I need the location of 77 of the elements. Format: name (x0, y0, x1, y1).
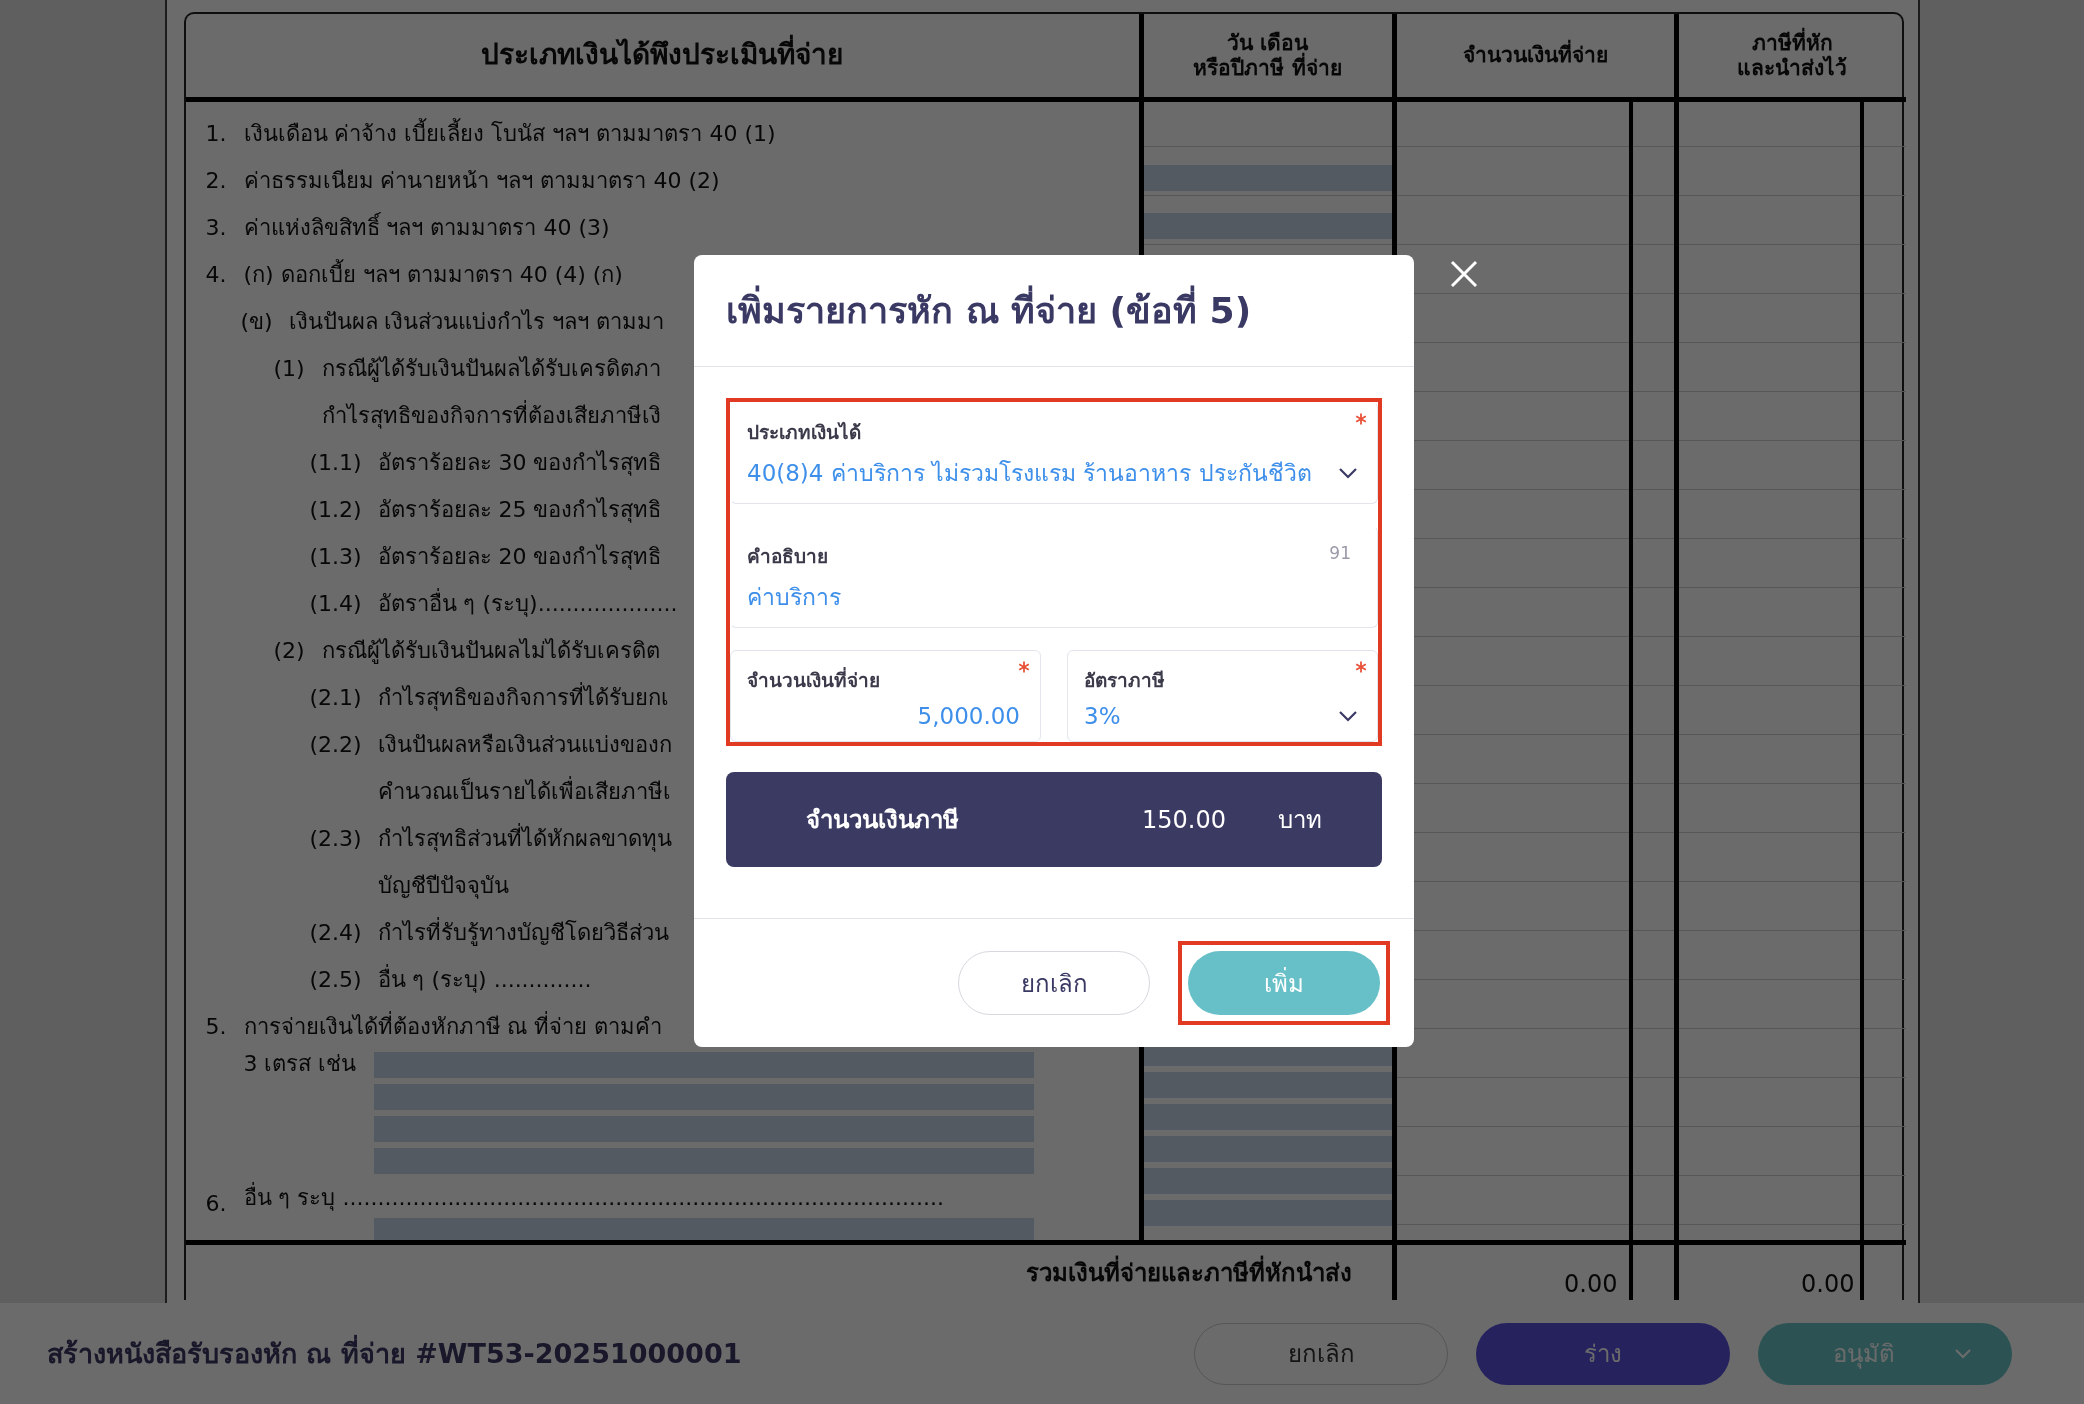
item-number: (1.4) (309, 590, 363, 618)
income-type-text: ค่าแห่งลิขสิทธิ์ ฯลฯ ตามมาตรา 40 (3) (243, 204, 610, 251)
item-number: 4. (205, 261, 228, 289)
item-number: 5. (205, 1013, 228, 1041)
income-type-text: กรณีผู้ได้รับเงินปันผลได้รับเครดิตภา (321, 355, 661, 384)
column-header: จำนวนเงินที่จ่าย (1396, 14, 1679, 102)
tax-amount: 150.00 (1142, 805, 1226, 834)
select-field[interactable]: ประเภทเงินได้ 40(8)4 ค่าบริการ ไม่รวมโรงแรม ร้านอาหาร ประกันชีวิต (730, 402, 1378, 504)
chevron-down-icon (1339, 710, 1357, 722)
character-counter: 91 (1329, 543, 1351, 563)
income-type-text: กำไรสุทธิส่วนที่ได้หักผลขาดทุน (377, 815, 672, 862)
field-value: ค่าบริการ (747, 583, 841, 612)
income-type-text: กำไรสุทธิของกิจการที่ต้องเสียภาษีเงิ (321, 392, 661, 439)
income-type-text: อัตราร้อยละ 30 ของกำไรสุทธิ (377, 449, 662, 478)
income-type-text: อัตราร้อยละ 25 ของกำไรสุทธิ (377, 496, 662, 525)
select-field[interactable]: อัตราภาษี 3% (1067, 650, 1378, 742)
cancel-button[interactable]: ยกเลิก (958, 951, 1150, 1015)
income-type-text: เงินปันผลหรือเงินส่วนแบ่งของก (377, 731, 672, 759)
income-type-text: อื่น ๆ ระบุ ...................................................................................... (243, 1180, 944, 1216)
item-number: 6. (205, 1190, 228, 1218)
total-label: รวมเงินที่จ่ายและภาษีที่หักนำส่ง (1025, 1253, 1352, 1292)
chevron-down-icon (1339, 467, 1357, 479)
income-type-text: เงินปันผล เงินส่วนแบ่งกำไร ฯลฯ ตามมา (288, 308, 665, 336)
income-type-text: การจ่ายเงินได้ที่ต้องหักภาษี ณ ที่จ่าย ตามคำ (243, 1003, 663, 1050)
income-type-text: อื่น ๆ (ระบุ) .............. (377, 956, 592, 1003)
summary-label: จำนวนเงินภาษี (806, 805, 960, 836)
item-number: (2.5) (309, 966, 363, 994)
income-type-text: กำไรสุทธิของกิจการที่ได้รับยกเ (377, 674, 669, 721)
income-type-text: 3 เตรส เช่น (243, 1050, 357, 1078)
item-number: (1.2) (309, 496, 363, 524)
currency-unit: บาท (1278, 805, 1322, 836)
income-type-text: บัญชีปีปัจจุบัน (377, 872, 509, 901)
item-number: (2) (273, 637, 306, 665)
input-field[interactable] (1143, 1072, 1392, 1098)
income-type-text: เงินเดือน ค่าจ้าง เบี้ยเลี้ยง โบนัส ฯลฯ ตามมาตรา 40 (1) (243, 110, 776, 157)
page-title: สร้างหนังสือรับรองหัก ณ ที่จ่าย #WT53-20251000001 (47, 1332, 1166, 1375)
field-label: อัตราภาษี (1084, 668, 1165, 693)
field-label: จำนวนเงินที่จ่าย (747, 666, 880, 693)
chevron-down-icon (1955, 1348, 1971, 1359)
total-tax: 0.00 (1801, 1270, 1855, 1298)
item-number: (2.4) (309, 919, 363, 947)
field-value: 5,000.00 (917, 703, 1020, 729)
field-label: คำอธิบาย (747, 544, 828, 569)
income-type-text: คำนวณเป็นรายได้เพื่อเสียภาษีเ (377, 768, 671, 815)
input-field[interactable] (1143, 165, 1392, 191)
input-field[interactable]: คำอธิบาย 91 ค่าบริการ (730, 526, 1378, 628)
item-number: 2. (205, 167, 228, 195)
total-amount: 0.00 (1564, 1270, 1618, 1298)
field-value: 3% (1084, 703, 1121, 729)
item-number: (2.2) (309, 731, 363, 759)
item-number: (2.3) (309, 825, 363, 853)
column-header: ประเภทเงินได้พึงประเมินที่จ่าย (185, 14, 1144, 102)
field-value: 40(8)4 ค่าบริการ ไม่รวมโรงแรม ร้านอาหาร ประกันชีวิต (747, 459, 1312, 488)
input-field[interactable] (1143, 1200, 1392, 1226)
income-type-text: อัตราอื่น ๆ (ระบุ).................... (377, 580, 678, 627)
item-number: (1) (273, 355, 306, 383)
item-number: 1. (205, 120, 228, 148)
income-type-text: อัตราร้อยละ 20 ของกำไรสุทธิ (377, 543, 662, 572)
input-field[interactable]: จำนวนเงินที่จ่าย 5,000.00 (730, 650, 1041, 742)
income-type-text: กรณีผู้ได้รับเงินปันผลไม่ได้รับเครดิต (321, 637, 660, 666)
input-field[interactable] (1143, 1136, 1392, 1162)
input-field[interactable] (1143, 1104, 1392, 1130)
close-icon (1450, 260, 1478, 288)
item-number: 3. (205, 214, 228, 242)
item-number: (1.1) (309, 449, 363, 477)
column-header: วัน เดือน หรือปีภาษี ที่จ่าย (1143, 14, 1397, 102)
item-number: (2.1) (309, 684, 363, 712)
field-label: ประเภทเงินได้ (747, 420, 861, 445)
income-type-text: ค่าธรรมเนียม ค่านายหน้า ฯลฯ ตามมาตรา 40 (2) (243, 167, 720, 195)
input-field[interactable] (1143, 1168, 1392, 1194)
dialog-title: เพิ่มรายการหัก ณ ที่จ่าย (ข้อที่ 5) (726, 282, 1252, 339)
input-field[interactable] (1143, 213, 1392, 239)
income-type-text: (ก) ดอกเบี้ย ฯลฯ ตามมาตรา 40 (4) (ก) (243, 251, 623, 298)
column-header: ภาษีที่หัก และนำส่งไว้ (1678, 14, 1906, 102)
item-number: (ข) (240, 308, 274, 336)
item-number: (1.3) (309, 543, 363, 571)
income-type-text: กำไรที่รับรู้ทางบัญชีโดยวิธีส่วน (377, 909, 669, 956)
